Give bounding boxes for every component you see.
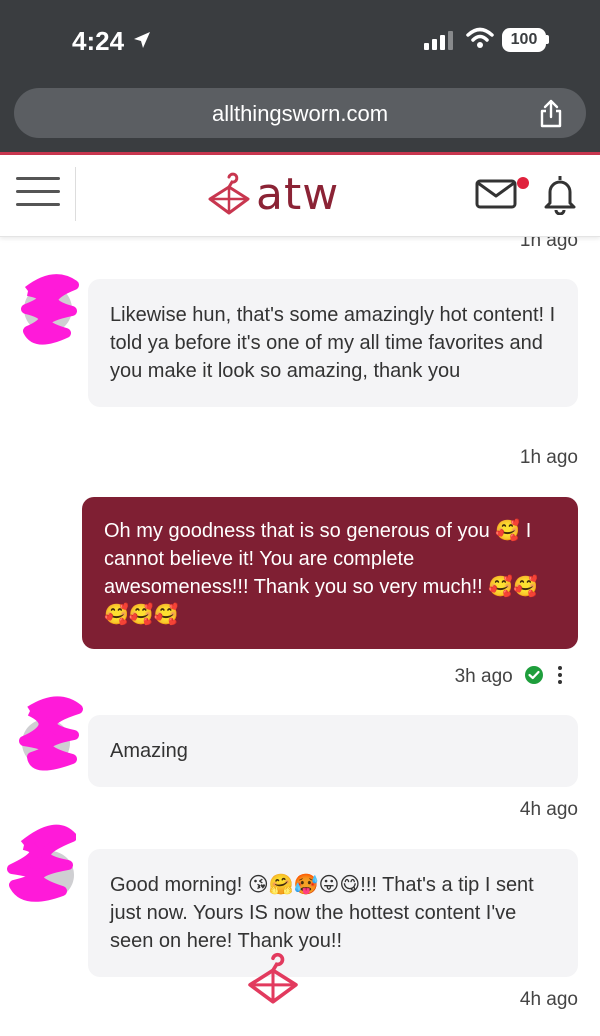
message-bubble-incoming: Amazing [88,715,578,787]
battery-indicator: 100 [502,28,546,52]
avatar[interactable] [6,815,76,905]
bell-icon[interactable] [542,173,578,215]
address-bar[interactable]: allthingsworn.com [14,88,586,138]
watermark-hanger-icon [248,952,298,1004]
cellular-signal-icon [424,30,453,50]
more-options-icon[interactable] [558,666,562,687]
avatar[interactable] [14,689,84,779]
browser-chrome: 4:24 100 allthingsworn.com [0,0,600,152]
avatar[interactable] [14,261,84,351]
message-time: 4h ago [519,989,578,1010]
mail-icon[interactable] [474,177,518,211]
status-time: 4:24 [72,26,125,56]
message-time: 1h ago [519,447,578,468]
wifi-icon [466,27,494,48]
menu-icon[interactable] [16,177,60,213]
hanger-logo-icon [208,172,250,214]
location-arrow-icon [134,32,150,48]
message-time-row: 3h ago [455,665,544,688]
url-text: allthingsworn.com [211,101,389,126]
message-thread[interactable]: 1h ago Likewise hun, that's some amazing… [0,237,600,1036]
logo-text: atw [256,169,340,220]
site-logo[interactable]: atw [206,169,339,220]
message-time: 3h ago [454,666,513,687]
message-bubble-outgoing: Oh my goodness that is so generous of yo… [82,497,578,649]
notification-dot [517,177,529,189]
battery-tip [546,35,549,44]
message-bubble-incoming: Likewise hun, that's some amazingly hot … [88,279,578,407]
header-divider [75,167,76,221]
share-icon[interactable] [538,99,564,129]
message-bubble-incoming: Good morning! 😘🤗🥵😛😋!!! That's a tip I se… [88,849,578,977]
message-time: 4h ago [519,799,578,820]
app-header: atw [0,155,600,237]
message-time: 1h ago [519,237,578,251]
read-check-icon [525,666,543,684]
